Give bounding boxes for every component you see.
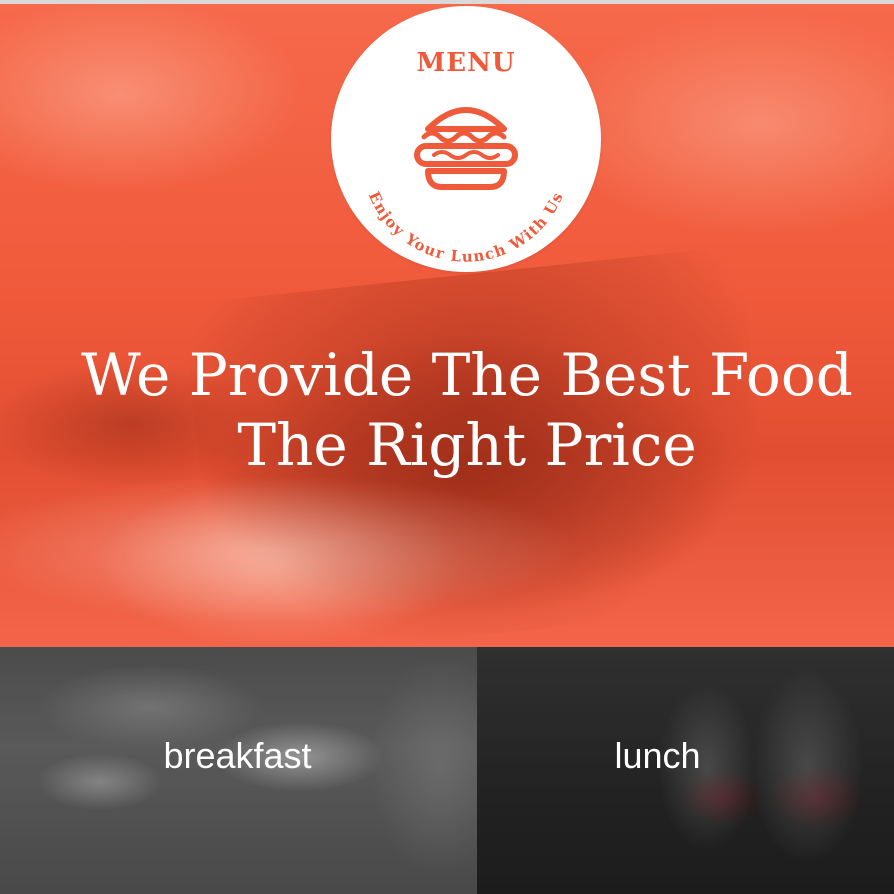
- page: MENU Enjoy Your Lunch With Us We Provide…: [0, 0, 894, 894]
- menu-logo[interactable]: MENU Enjoy Your Lunch With Us: [331, 6, 601, 272]
- hero-headline: We Provide The Best Food The Right Price: [20, 340, 894, 480]
- svg-text:Enjoy Your Lunch With Us: Enjoy Your Lunch With Us: [365, 189, 567, 266]
- headline-line-2: The Right Price: [237, 411, 697, 479]
- tile-lunch-label: lunch: [614, 735, 701, 776]
- logo-tagline-text: Enjoy Your Lunch With Us: [365, 189, 566, 266]
- tile-lunch[interactable]: lunch: [477, 647, 894, 894]
- tile-breakfast[interactable]: breakfast: [0, 647, 477, 894]
- tile-breakfast-label: breakfast: [163, 735, 312, 776]
- headline-line-1: We Provide The Best Food: [81, 341, 853, 409]
- logo-tagline: Enjoy Your Lunch With Us: [365, 189, 567, 266]
- hero-banner: MENU Enjoy Your Lunch With Us We Provide…: [0, 4, 894, 647]
